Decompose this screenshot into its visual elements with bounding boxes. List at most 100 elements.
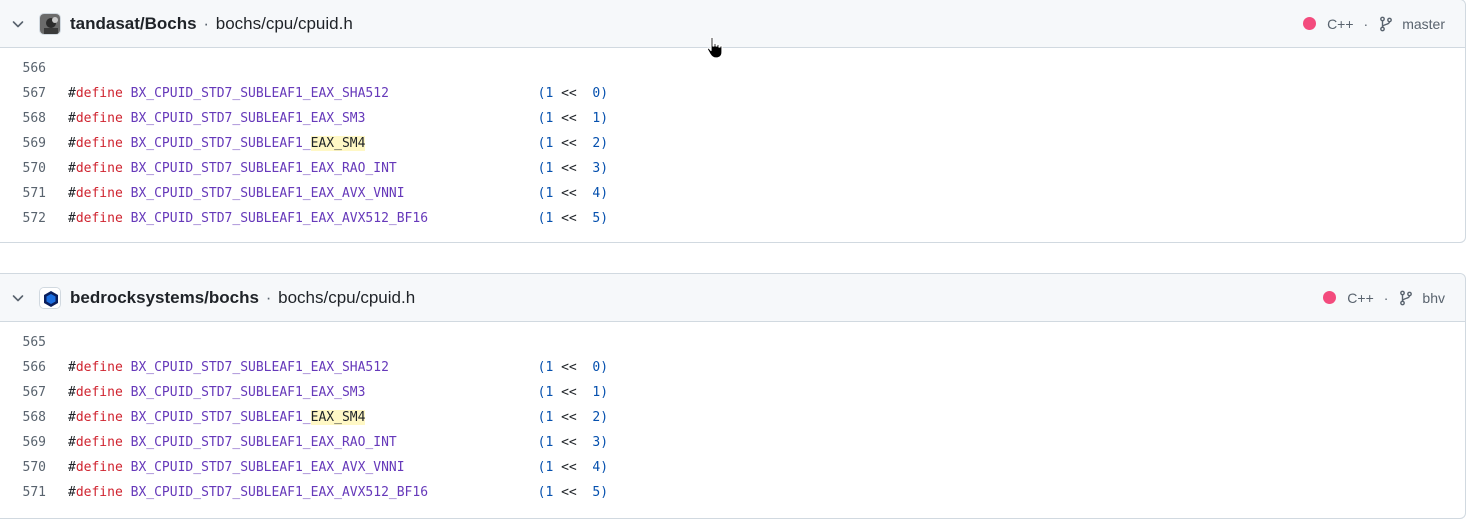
code-line: 571 #define BX_CPUID_STD7_SUBLEAF1_EAX_AV… [0,181,1465,206]
owner-avatar[interactable] [39,286,61,309]
line-number[interactable]: 568 [0,111,46,126]
language-color-dot [1303,17,1317,30]
define-keyword: define [75,136,123,151]
close-paren: ) [600,186,609,201]
result-meta: C++ · master [1303,16,1445,32]
code-text: #define BX_CPUID_STD7_SUBLEAF1_EAX_SM3 (… [68,385,608,400]
shift-operator: << [553,111,593,126]
title-separator: · [203,13,209,33]
repo-link[interactable]: tandasat/Bochs [70,14,197,33]
macro-name: BX_CPUID_STD7_SUBLEAF1_EAX_AVX512_BF16 [130,211,429,226]
code-line: 568 #define BX_CPUID_STD7_SUBLEAF1_EAX_SM… [0,405,1465,430]
language-color-dot [1323,291,1337,304]
define-keyword: define [75,410,123,425]
git-branch-icon [1380,16,1393,31]
preprocessor-hash: # [68,385,76,400]
define-keyword: define [75,435,123,450]
macro-name: BX_CPUID_STD7_SUBLEAF1_EAX_SHA512 [130,360,389,375]
padding [405,186,538,201]
macro-name: BX_CPUID_STD7_SUBLEAF1_EAX_SHA512 [130,86,389,101]
macro-name: BX_CPUID_STD7_SUBLEAF1_EAX_RAO_INT [130,435,397,450]
padding [389,360,538,375]
close-paren: ) [600,385,609,400]
line-number[interactable]: 571 [0,485,46,500]
preprocessor-hash: # [68,86,76,101]
result-header: bedrocksystems/bochs · bochs/cpu/cpuid.h… [0,274,1465,322]
close-paren: ) [600,161,609,176]
search-match-highlight: EAX_SM4 [310,410,366,425]
code-line: 567 #define BX_CPUID_STD7_SUBLEAF1_EAX_SM… [0,380,1465,405]
shift-operator: << [553,410,593,425]
line-number[interactable]: 567 [0,385,46,400]
result-header: tandasat/Bochs · bochs/cpu/cpuid.h C++ ·… [0,0,1465,48]
padding [365,410,537,425]
line-number[interactable]: 572 [0,211,46,226]
title-separator: · [265,287,272,307]
code-snippet: 565 566 #define BX_CPUID_STD7_SUBLEAF1_EAX… [0,322,1465,505]
code-snippet: 566 567 #define BX_CPUID_STD7_SUBLEAF1_EAX… [0,48,1465,231]
line-number[interactable]: 568 [0,410,46,425]
preprocessor-hash: # [68,460,76,475]
define-keyword: define [75,186,123,201]
line-number[interactable]: 566 [0,360,46,375]
repo-link[interactable]: bedrocksystems/bochs [70,288,259,307]
preprocessor-hash: # [68,360,76,375]
preprocessor-hash: # [68,211,76,226]
preprocessor-hash: # [68,410,76,425]
close-paren: ) [600,360,609,375]
line-number[interactable]: 567 [0,86,46,101]
shift-operator: << [553,460,593,475]
padding [365,385,537,400]
code-text: #define BX_CPUID_STD7_SUBLEAF1_EAX_SHA51… [68,360,608,375]
code-text: #define BX_CPUID_STD7_SUBLEAF1_EAX_AVX51… [68,211,608,226]
close-paren: ) [600,86,609,101]
chevron-down-icon[interactable] [10,16,26,32]
line-number[interactable]: 571 [0,186,46,201]
search-result-1: tandasat/Bochs · bochs/cpu/cpuid.h C++ ·… [0,0,1466,243]
define-keyword: define [75,161,123,176]
close-paren: ) [600,435,609,450]
line-number[interactable]: 566 [0,61,46,76]
close-paren: ) [600,485,609,500]
line-number[interactable]: 570 [0,161,46,176]
code-text: #define BX_CPUID_STD7_SUBLEAF1_EAX_AVX_V… [68,186,608,201]
shift-operator: << [553,385,593,400]
padding [365,136,537,151]
code-text: #define BX_CPUID_STD7_SUBLEAF1_EAX_SM3 (… [68,111,608,126]
define-keyword: define [75,111,123,126]
file-path-link[interactable]: bochs/cpu/cpuid.h [216,14,353,33]
language-label: C++ [1327,15,1354,32]
close-paren: ) [600,460,609,475]
define-keyword: define [75,211,123,226]
close-paren: ) [600,410,609,425]
shift-operator: << [553,186,593,201]
code-text: #define BX_CPUID_STD7_SUBLEAF1_EAX_RAO_I… [68,435,608,450]
code-text: #define BX_CPUID_STD7_SUBLEAF1_EAX_SM4 (… [68,136,608,151]
file-path-link[interactable]: bochs/cpu/cpuid.h [278,288,415,307]
shift-operator: << [553,360,593,375]
code-line: 568 #define BX_CPUID_STD7_SUBLEAF1_EAX_SM… [0,106,1465,131]
code-line: 567 #define BX_CPUID_STD7_SUBLEAF1_EAX_SH… [0,81,1465,106]
line-number[interactable]: 570 [0,460,46,475]
result-title: tandasat/Bochs · bochs/cpu/cpuid.h [70,14,353,34]
line-number[interactable]: 569 [0,136,46,151]
padding [405,460,538,475]
code-line: 570 #define BX_CPUID_STD7_SUBLEAF1_EAX_AV… [0,455,1465,480]
line-number[interactable]: 565 [0,335,46,350]
define-keyword: define [75,460,123,475]
branch-link[interactable]: bhv [1422,290,1445,306]
branch-link[interactable]: master [1402,16,1445,32]
code-line: 566 #define BX_CPUID_STD7_SUBLEAF1_EAX_SH… [0,355,1465,380]
macro-name: BX_CPUID_STD7_SUBLEAF1_EAX_AVX_VNNI [130,460,405,475]
macro-name: BX_CPUID_STD7_SUBLEAF1_EAX_SM3 [130,111,366,126]
git-branch-icon [1400,290,1413,305]
line-number[interactable]: 569 [0,435,46,450]
preprocessor-hash: # [68,111,76,126]
chevron-down-icon[interactable] [10,290,26,306]
owner-avatar[interactable] [39,12,61,35]
